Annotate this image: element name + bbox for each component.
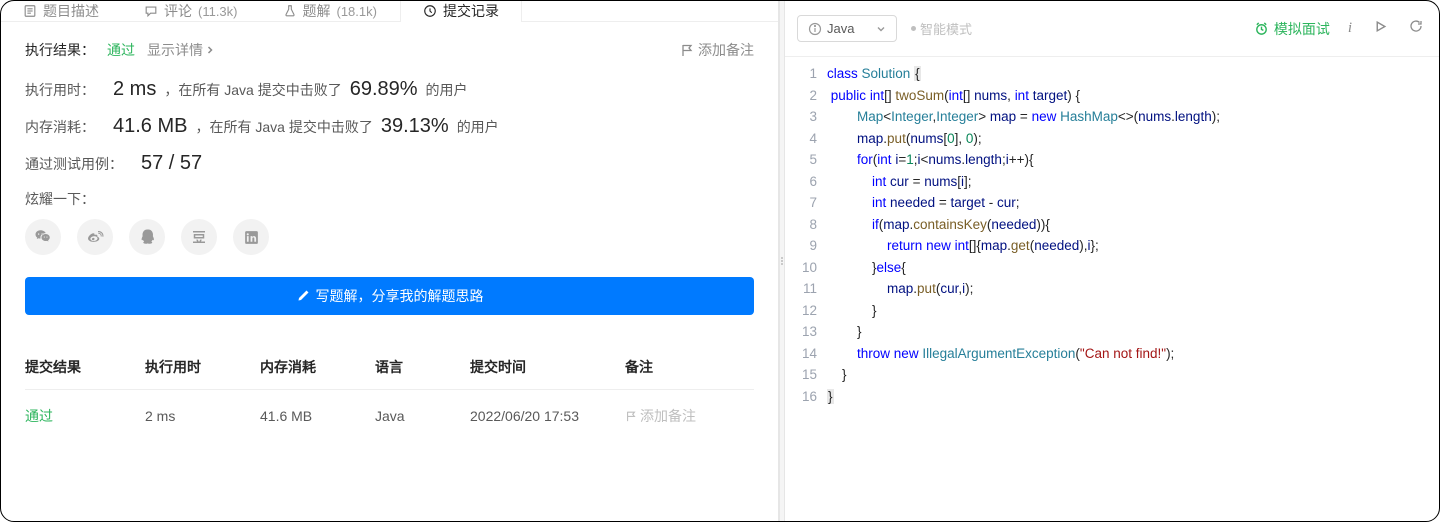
code-editor[interactable]: 12345678910111213141516 class Solution {… [785,57,1439,521]
memory-value: 41.6 MB [113,115,187,138]
tab-submissions[interactable]: 提交记录 [400,1,522,21]
comment-icon [144,4,158,18]
weibo-icon [86,228,104,246]
clock-icon [1254,21,1269,36]
runtime-value: 2 ms [113,78,156,101]
submissions-table: 提交结果 执行用时 内存消耗 语言 提交时间 备注 通过 2 ms 41.6 M… [25,345,754,442]
th-memory[interactable]: 内存消耗 [260,345,375,390]
qq-icon [138,228,156,246]
testcases-label: 通过测试用例： [25,154,123,174]
line-numbers: 12345678910111213141516 [785,57,827,521]
info-button[interactable]: i [1344,16,1356,41]
th-time[interactable]: 提交时间 [470,345,625,390]
table-row[interactable]: 通过 2 ms 41.6 MB Java 2022/06/20 17:53 添加… [25,390,754,443]
share-linkedin[interactable] [233,219,269,255]
tabs-bar: 题目描述 评论 (11.3k) 题解 (18.1k) 提交记录 [1,1,778,22]
reset-button[interactable] [1405,15,1427,42]
pencil-icon [296,289,310,303]
smart-mode[interactable]: 智能模式 [911,19,972,38]
tab-solutions[interactable]: 题解 (18.1k) [261,1,400,21]
write-solution-button[interactable]: 写题解，分享我的解题思路 [25,277,754,315]
cell-time: 2022/06/20 17:53 [470,390,625,443]
wechat-icon [34,228,52,246]
tab-label: 题目描述 [43,1,99,21]
share-weibo[interactable] [77,219,113,255]
run-button[interactable] [1370,16,1391,42]
memory-label: 内存消耗： [25,117,95,137]
tab-label: 评论 [164,1,192,21]
info-icon [808,22,822,36]
document-icon [23,4,37,18]
th-status[interactable]: 提交结果 [25,345,145,390]
tab-description[interactable]: 题目描述 [1,1,122,21]
add-note-button[interactable]: 添加备注 [680,40,754,60]
runtime-row: 执行用时： 2 ms ，在所有 Java 提交中击败了 69.89% 的用户 [25,78,754,101]
th-language[interactable]: 语言 [375,345,470,390]
tab-count: (11.3k) [198,4,238,19]
testcases-row: 通过测试用例： 57 / 57 [25,152,754,175]
runtime-label: 执行用时： [25,80,95,100]
th-runtime[interactable]: 执行用时 [145,345,260,390]
tab-label: 提交记录 [443,1,499,21]
share-label: 炫耀一下： [25,189,754,209]
refresh-icon [1409,19,1423,33]
memory-percentile: 39.13% [381,115,449,138]
cell-memory: 41.6 MB [260,390,375,443]
tab-comments[interactable]: 评论 (11.3k) [122,1,261,21]
share-douban[interactable] [181,219,217,255]
tab-label: 题解 [303,1,331,21]
runtime-percentile: 69.89% [350,78,418,101]
th-note[interactable]: 备注 [625,345,754,390]
chevron-down-icon [876,24,886,34]
language-selector[interactable]: Java [797,15,897,42]
cell-language: Java [375,390,470,443]
history-icon [423,4,437,18]
linkedin-icon [243,229,260,246]
cell-status: 通过 [25,390,145,443]
mock-interview-button[interactable]: 模拟面试 [1254,19,1330,39]
testcases-value: 57 / 57 [141,152,202,175]
code-content[interactable]: class Solution { public int[] twoSum(int… [827,57,1439,521]
share-wechat[interactable] [25,219,61,255]
douban-icon [190,228,208,246]
play-icon [1374,20,1387,33]
chevron-right-icon [205,45,215,55]
flask-icon [283,4,297,18]
dot-icon [911,26,916,31]
show-detail-link[interactable]: 显示详情 [147,40,215,60]
memory-row: 内存消耗： 41.6 MB ，在所有 Java 提交中击败了 39.13% 的用… [25,115,754,138]
flag-icon [680,43,694,57]
cell-runtime: 2 ms [145,390,260,443]
cell-note[interactable]: 添加备注 [625,390,754,443]
tab-count: (18.1k) [337,4,377,19]
result-label: 执行结果： [25,40,95,60]
share-qq[interactable] [129,219,165,255]
flag-icon [625,410,637,422]
result-status: 通过 [107,40,135,60]
